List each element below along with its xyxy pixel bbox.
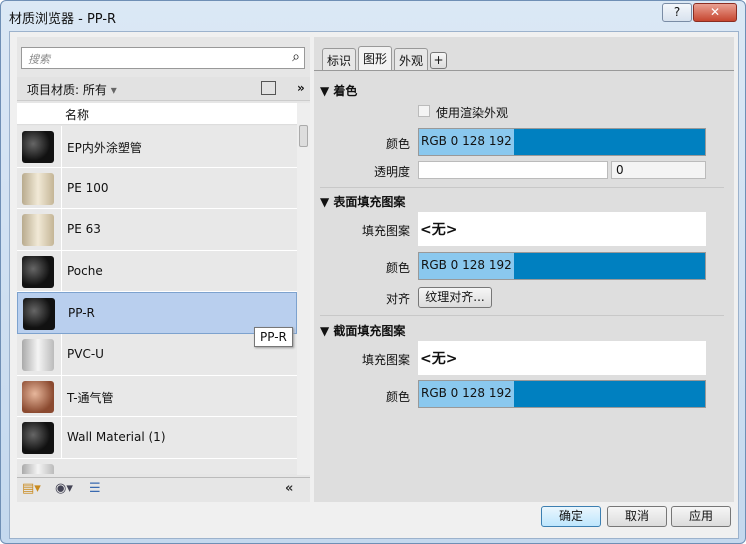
scrollbar-thumb[interactable] [299, 125, 308, 147]
material-thumbnail [22, 422, 54, 455]
color-value: RGB 0 128 192 [419, 381, 514, 407]
use-render-checkbox[interactable] [418, 105, 430, 117]
cut-pattern-field[interactable]: <无> [418, 341, 706, 375]
material-thumbnail [22, 172, 54, 205]
color-value: RGB 0 128 192 [419, 129, 514, 155]
material-name: PP-R [68, 306, 95, 321]
create-material-icon[interactable]: ◉▾ [55, 481, 73, 496]
search-icon[interactable]: ⌕ [292, 49, 300, 65]
color-label: 颜色 [385, 137, 410, 151]
library-toolbar: ▤▾ ◉▾ ☰ « [17, 477, 310, 501]
material-thumbnail [23, 298, 55, 331]
fill-pattern-label: 填充图案 [361, 353, 410, 367]
material-name: T-通气管 [67, 390, 114, 405]
column-name-label: 名称 [65, 108, 90, 122]
close-button[interactable]: ✕ [693, 3, 737, 22]
tab-graphics[interactable]: 图形 [358, 46, 393, 71]
material-library-panel: 搜索 ⌕ 项目材质: 所有 ▾ » 名称 EP内外涂塑管 PE 100 PE 6… [17, 37, 310, 502]
ok-button[interactable]: 确定 [541, 506, 601, 527]
transparency-label: 透明度 [373, 165, 410, 179]
align-label: 对齐 [385, 292, 410, 306]
surface-color-field[interactable]: RGB 0 128 192 [418, 252, 706, 280]
list-item[interactable]: T-通气管 [17, 375, 297, 418]
shading-color-field[interactable]: RGB 0 128 192 [418, 128, 706, 156]
material-thumbnail [22, 255, 54, 288]
section-title: 表面填充图案 [333, 195, 406, 209]
texture-align-button[interactable]: 纹理对齐... [418, 287, 492, 308]
transparency-slider[interactable] [418, 161, 608, 179]
column-header-name[interactable]: 名称 [17, 103, 297, 125]
material-name: Wall Material (1) [67, 430, 166, 445]
filter-breadcrumb: 项目材质: 所有 ▾ » [17, 77, 310, 101]
material-editor-panel: 标识 图形 外观 + ▼ 着色 使用渲染外观 颜色 RGB 0 128 192 … [314, 37, 734, 502]
transparency-input[interactable]: 0 [611, 161, 706, 179]
list-item[interactable]: EP内外涂塑管 [17, 126, 297, 168]
list-item[interactable] [17, 458, 297, 474]
use-render-label: 使用渲染外观 [436, 106, 509, 120]
list-item[interactable]: PE 100 [17, 167, 297, 210]
filter-label: 项目材质: 所有 [27, 83, 107, 97]
material-name: PE 100 [67, 180, 109, 195]
material-thumbnail [22, 338, 54, 371]
material-name: EP内外涂塑管 [67, 141, 142, 155]
list-item[interactable]: Poche [17, 250, 297, 293]
fill-pattern-label: 填充图案 [361, 224, 410, 238]
material-name: PVC-U [67, 346, 104, 361]
add-tab-button[interactable]: + [430, 52, 447, 69]
apply-button[interactable]: 应用 [671, 506, 731, 527]
material-name: PE 63 [67, 222, 101, 237]
window-title: 材质浏览器 - PP-R [9, 12, 117, 27]
collapse-panel-icon[interactable]: « [285, 481, 293, 496]
section-surface-pattern[interactable]: ▼ 表面填充图案 [320, 193, 405, 210]
material-thumbnail [22, 380, 54, 413]
section-title: 截面填充图案 [333, 324, 406, 338]
help-button[interactable]: ? [662, 3, 692, 22]
chevron-down-icon: ▾ [110, 83, 117, 97]
filter-dropdown[interactable]: 项目材质: 所有 ▾ [27, 81, 117, 98]
material-thumbnail [22, 463, 54, 474]
expand-icon[interactable]: » [297, 81, 305, 95]
material-name: Poche [67, 263, 103, 278]
tab-appearance[interactable]: 外观 [394, 48, 429, 70]
color-label: 颜色 [385, 261, 410, 275]
list-item[interactable]: PE 63 [17, 209, 297, 251]
color-value: RGB 0 128 192 [419, 253, 514, 279]
section-title: 着色 [333, 84, 358, 98]
list-item[interactable]: Wall Material (1) [17, 417, 297, 459]
material-thumbnail [22, 214, 54, 247]
section-shading[interactable]: ▼ 着色 [320, 82, 357, 99]
list-scrollbar[interactable] [297, 103, 310, 475]
list-view-icon[interactable]: ☰ [89, 481, 101, 496]
search-input[interactable]: 搜索 ⌕ [21, 47, 305, 69]
section-cut-pattern[interactable]: ▼ 截面填充图案 [320, 322, 405, 339]
material-browser-window: 材质浏览器 - PP-R ? ✕ 搜索 ⌕ 项目材质: 所有 ▾ » 名称 EP… [0, 0, 746, 544]
tooltip: PP-R [254, 327, 293, 347]
material-thumbnail [22, 131, 54, 163]
layout-toggle-icon[interactable] [261, 81, 276, 95]
search-placeholder: 搜索 [28, 53, 50, 66]
library-folder-icon[interactable]: ▤▾ [22, 481, 41, 496]
dialog-body: 搜索 ⌕ 项目材质: 所有 ▾ » 名称 EP内外涂塑管 PE 100 PE 6… [9, 31, 739, 539]
surface-pattern-field[interactable]: <无> [418, 212, 706, 246]
color-label: 颜色 [385, 390, 410, 404]
material-list: EP内外涂塑管 PE 100 PE 63 Poche PP-R PVC-U T-… [17, 126, 297, 474]
cancel-button[interactable]: 取消 [607, 506, 667, 527]
cut-color-field[interactable]: RGB 0 128 192 [418, 380, 706, 408]
tab-identity[interactable]: 标识 [322, 48, 357, 70]
